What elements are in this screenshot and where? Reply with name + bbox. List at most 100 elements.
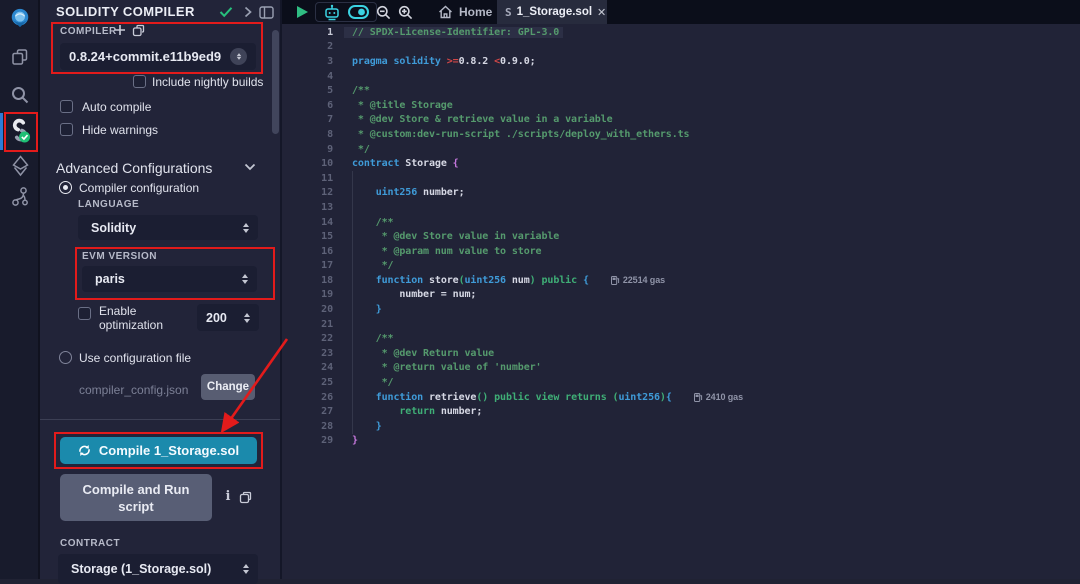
code-line[interactable]: 7 * @dev Store & retrieve value in a var… xyxy=(282,113,1080,128)
use-config-file-label[interactable]: Use configuration file xyxy=(79,351,191,365)
line-number: 4 xyxy=(282,71,333,82)
code-line[interactable]: 25 */ xyxy=(282,375,1080,390)
compiler-version-stepper-icon xyxy=(230,48,247,65)
line-number: 6 xyxy=(282,100,333,111)
line-number: 29 xyxy=(282,435,333,446)
code-line[interactable]: 15 * @dev Store value in variable xyxy=(282,229,1080,244)
zoom-in-icon[interactable] xyxy=(398,5,413,20)
code-text: } xyxy=(352,435,358,446)
line-number: 18 xyxy=(282,275,333,286)
code-line[interactable]: 20 } xyxy=(282,302,1080,317)
code-line[interactable]: 17 */ xyxy=(282,259,1080,274)
tab-1-storage-sol[interactable]: S 1_Storage.sol ✕ xyxy=(497,0,607,24)
line-number: 20 xyxy=(282,304,333,315)
code-text: * @title Storage xyxy=(352,100,453,111)
code-text: /** xyxy=(352,85,370,96)
code-line[interactable]: 10contract Storage { xyxy=(282,156,1080,171)
code-line[interactable]: 26 function retrieve() public view retur… xyxy=(282,390,1080,405)
toggle-switch-icon[interactable] xyxy=(348,5,369,19)
code-line[interactable]: 9 */ xyxy=(282,142,1080,157)
code-text: * @dev Return value xyxy=(352,348,494,359)
code-line[interactable]: 18 function store(uint256 num) public {2… xyxy=(282,273,1080,288)
evm-version-select[interactable]: paris xyxy=(82,266,257,292)
remix-logo[interactable] xyxy=(9,7,31,29)
solidity-compiler-icon[interactable] xyxy=(9,120,31,142)
language-label: LANGUAGE xyxy=(78,199,139,210)
panel-scrollbar[interactable] xyxy=(272,30,279,134)
pin-panel-icon[interactable] xyxy=(258,4,274,20)
optimization-runs-input[interactable]: 200 xyxy=(197,304,259,331)
ai-robot-icon[interactable] xyxy=(323,4,341,21)
include-nightly-label[interactable]: Include nightly builds xyxy=(152,75,263,89)
indent-guide xyxy=(352,171,353,434)
auto-compile-checkbox[interactable] xyxy=(60,100,73,113)
compile-and-run-button[interactable]: Compile and Run script xyxy=(60,474,212,521)
code-text: uint256 number; xyxy=(352,187,465,198)
advanced-configurations-title[interactable]: Advanced Configurations xyxy=(56,160,212,176)
line-number: 15 xyxy=(282,231,333,242)
code-line[interactable]: 28 } xyxy=(282,419,1080,434)
chevron-down-icon[interactable] xyxy=(242,159,258,175)
code-line[interactable]: 24 * @return value of 'number' xyxy=(282,361,1080,376)
code-line[interactable]: 2 xyxy=(282,40,1080,55)
code-line[interactable]: 4 xyxy=(282,69,1080,84)
zoom-out-icon[interactable] xyxy=(376,5,391,20)
contract-select[interactable]: Storage (1_Storage.sol) xyxy=(58,554,258,584)
deploy-run-icon[interactable] xyxy=(9,155,31,177)
code-line[interactable]: 3pragma solidity >=0.8.2 <0.9.0; xyxy=(282,54,1080,69)
hide-warnings-label[interactable]: Hide warnings xyxy=(82,123,158,137)
code-line[interactable]: 22 /** xyxy=(282,331,1080,346)
hide-warnings-checkbox[interactable] xyxy=(60,123,73,136)
code-text: contract Storage { xyxy=(352,158,459,169)
code-line[interactable]: 12 uint256 number; xyxy=(282,186,1080,201)
line-number: 1 xyxy=(282,27,333,38)
language-select[interactable]: Solidity xyxy=(78,215,258,240)
tab-home[interactable]: Home xyxy=(432,0,498,24)
info-icon[interactable]: i xyxy=(220,488,236,504)
panel-editor-divider xyxy=(280,0,282,579)
enable-optimization-label[interactable]: Enable optimization xyxy=(99,304,175,332)
code-line[interactable]: 11 xyxy=(282,171,1080,186)
file-explorer-icon[interactable] xyxy=(9,46,31,68)
change-config-button[interactable]: Change xyxy=(201,374,255,400)
code-editor[interactable]: 1// SPDX-License-Identifier: GPL-3.023pr… xyxy=(282,24,1080,579)
collapse-panel-chevron-icon[interactable] xyxy=(240,4,256,20)
code-line[interactable]: 21 xyxy=(282,317,1080,332)
code-line[interactable]: 27 return number; xyxy=(282,404,1080,419)
home-icon xyxy=(438,5,453,19)
tab-close-icon[interactable]: ✕ xyxy=(597,6,606,19)
auto-compile-label[interactable]: Auto compile xyxy=(82,100,151,114)
contract-stepper-icon xyxy=(243,564,249,574)
code-line[interactable]: 14 /** xyxy=(282,215,1080,230)
compiler-configuration-radio[interactable] xyxy=(59,181,72,194)
code-text: /** xyxy=(352,333,393,344)
code-line[interactable]: 5/** xyxy=(282,83,1080,98)
compile-refresh-icon xyxy=(78,444,91,457)
run-script-play-icon[interactable] xyxy=(295,5,309,19)
line-number: 16 xyxy=(282,246,333,257)
copy-icon[interactable] xyxy=(237,489,253,505)
code-line[interactable]: 8 * @custom:dev-run-script ./scripts/dep… xyxy=(282,127,1080,142)
git-plugin-icon[interactable] xyxy=(9,186,31,208)
compile-button-label: Compile 1_Storage.sol xyxy=(99,443,239,458)
line-number: 22 xyxy=(282,333,333,344)
add-custom-compiler-icon[interactable] xyxy=(112,22,128,38)
line-number: 26 xyxy=(282,392,333,403)
code-line[interactable]: 23 * @dev Return value xyxy=(282,346,1080,361)
code-line[interactable]: 13 xyxy=(282,200,1080,215)
use-config-file-radio[interactable] xyxy=(59,351,72,364)
search-icon[interactable] xyxy=(9,84,31,106)
open-compiler-external-icon[interactable] xyxy=(130,22,146,38)
include-nightly-checkbox[interactable] xyxy=(133,75,146,88)
code-line[interactable]: 6 * @title Storage xyxy=(282,98,1080,113)
code-text: * @param num value to store xyxy=(352,246,541,257)
compile-button[interactable]: Compile 1_Storage.sol xyxy=(60,437,257,464)
code-line[interactable]: 19 number = num; xyxy=(282,288,1080,303)
code-line[interactable]: 29} xyxy=(282,434,1080,449)
code-line[interactable]: 1// SPDX-License-Identifier: GPL-3.0 xyxy=(282,25,1080,40)
code-text: */ xyxy=(352,260,393,271)
code-line[interactable]: 16 * @param num value to store xyxy=(282,244,1080,259)
compiler-version-select[interactable]: 0.8.24+commit.e11b9ed9 xyxy=(60,43,256,70)
compiler-configuration-label[interactable]: Compiler configuration xyxy=(79,181,199,195)
enable-optimization-checkbox[interactable] xyxy=(78,307,91,320)
